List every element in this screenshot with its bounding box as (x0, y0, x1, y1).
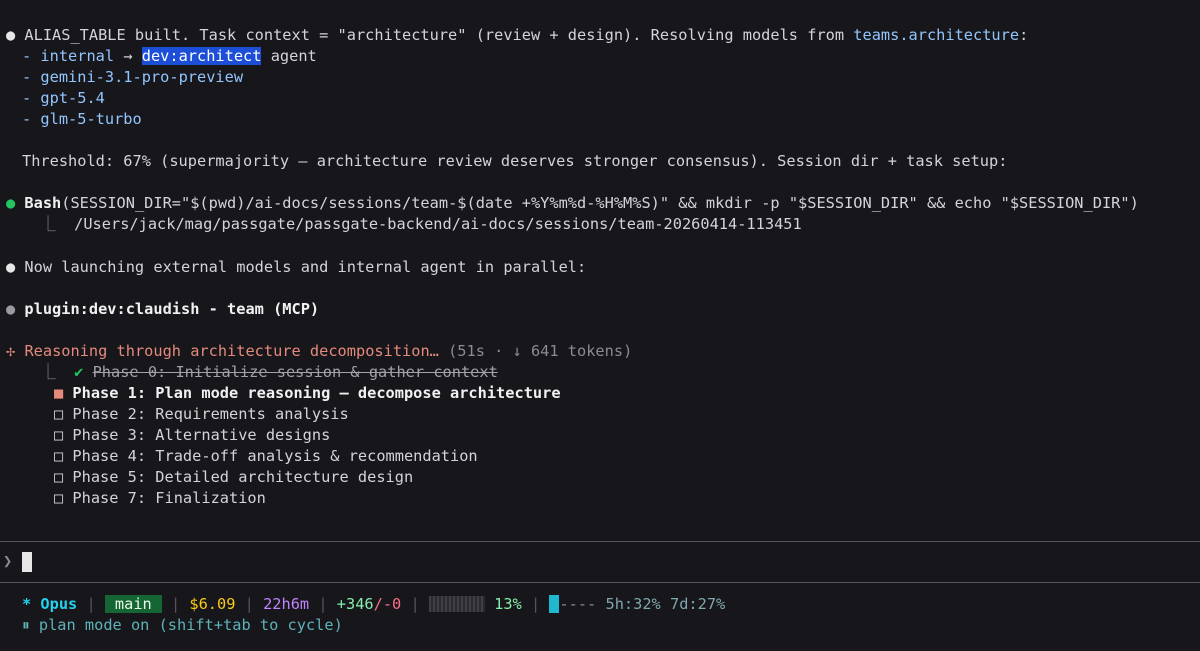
list-dash: - (22, 68, 41, 86)
model-name: gpt-5.4 (40, 89, 105, 107)
task-label: Phase 1: Plan mode reasoning — decompose… (72, 384, 561, 402)
task-label: Phase 3: Alternative designs (72, 426, 331, 444)
bash-tool-call: ● Bash(SESSION_DIR="$(pwd)/ai-docs/sessi… (6, 193, 1139, 214)
usage-bar (549, 595, 560, 613)
task-item-active: ■ Phase 1: Plan mode reasoning — decompo… (54, 383, 561, 404)
arrow-icon: → (114, 47, 142, 65)
pending-bullet-icon: ● (6, 300, 25, 318)
agent-highlight: dev:architect (141, 47, 262, 65)
check-icon: ✔ (74, 363, 93, 381)
checkbox-icon: □ (54, 468, 73, 486)
checkbox-icon: □ (54, 447, 73, 465)
model-item-gemini: - gemini-3.1-pro-preview (22, 67, 243, 88)
bash-output: ⎿ /Users/jack/mag/passgate/passgate-back… (22, 214, 802, 235)
bullet-icon: ● (6, 258, 25, 276)
context-percent: 13% (494, 595, 522, 613)
plugin-name: plugin:dev:claudish - team (MCP) (24, 300, 320, 318)
branch-badge: main (104, 595, 162, 613)
task-item: □ Phase 3: Alternative designs (54, 425, 330, 446)
task-item: □ Phase 5: Detailed architecture design (54, 467, 413, 488)
mode-indicator: ⏸ plan mode on (shift+tab to cycle) (22, 615, 343, 636)
model-item-glm: - glm-5-turbo (22, 109, 142, 130)
spinner-meta: (51s · ↓ 641 tokens) (438, 342, 633, 360)
statusline: * Opus | main | $6.09 | 22h6m | +346/-0 … (22, 595, 726, 613)
alias-text: ALIAS_TABLE built. Task context = "archi… (24, 26, 854, 44)
launching-text: Now launching external models and intern… (24, 258, 587, 276)
limit-7d-label: 7d: (669, 595, 698, 613)
prompt-chevron-icon: ❯ (3, 552, 13, 570)
checkbox-icon: □ (54, 405, 73, 423)
threshold-text: Threshold: 67% (supermajority — architec… (22, 152, 1008, 170)
checkbox-icon: □ (54, 489, 73, 507)
model-label: * Opus (22, 595, 78, 613)
success-bullet-icon: ● (6, 194, 25, 212)
list-dash: - (22, 110, 41, 128)
prompt-divider-bottom (0, 582, 1200, 583)
list-dash: - (22, 47, 41, 65)
task-label: Phase 0: Initialize session & gather con… (92, 363, 498, 381)
tree-corner-icon: ⎿ (22, 363, 75, 381)
tree-corner-icon: ⎿ (22, 215, 75, 233)
bash-output-text: /Users/jack/mag/passgate/passgate-backen… (74, 215, 802, 233)
lines-added: +346 (336, 595, 374, 613)
task-label: Phase 2: Requirements analysis (72, 405, 349, 423)
cost-value: $6.09 (189, 595, 236, 613)
alias-suffix: : (1019, 26, 1029, 44)
prompt-divider-top (0, 541, 1200, 542)
bash-command: (SESSION_DIR="$(pwd)/ai-docs/sessions/te… (61, 194, 1139, 212)
message-alias: ● ALIAS_TABLE built. Task context = "arc… (6, 25, 1028, 46)
model-item-gpt: - gpt-5.4 (22, 88, 105, 109)
prompt-input[interactable] (22, 552, 32, 572)
model-name: internal (40, 47, 115, 65)
bullet-icon: ● (6, 26, 25, 44)
terminal-window: ● ALIAS_TABLE built. Task context = "arc… (0, 0, 1200, 651)
active-square-icon: ■ (54, 384, 73, 402)
lines-removed: /-0 (373, 595, 402, 613)
spinner-label: Reasoning through architecture decomposi… (24, 342, 439, 360)
limit-5h-label: 5h: (605, 595, 634, 613)
task-label: Phase 4: Trade-off analysis & recommenda… (72, 447, 478, 465)
spinner-status: ✢ Reasoning through architecture decompo… (6, 341, 632, 362)
plugin-call: ● plugin:dev:claudish - team (MCP) (6, 299, 319, 320)
task-item: □ Phase 2: Requirements analysis (54, 404, 349, 425)
model-name: gemini-3.1-pro-preview (40, 68, 244, 86)
model-name: glm-5-turbo (40, 110, 142, 128)
teams-link[interactable]: teams.architecture (853, 26, 1019, 44)
context-bar (428, 596, 485, 612)
message-launching: ● Now launching external models and inte… (6, 257, 586, 278)
task-item: □ Phase 4: Trade-off analysis & recommen… (54, 446, 478, 467)
list-dash: - (22, 89, 41, 107)
agent-suffix: agent (261, 47, 317, 65)
spinner-icon: ✢ (6, 342, 16, 360)
task-label: Phase 5: Detailed architecture design (72, 468, 414, 486)
limit-5h-value: 32% (633, 595, 661, 613)
pause-icon: ⏸ (22, 616, 30, 634)
model-item-internal: - internal → dev:architect agent (22, 46, 317, 67)
limit-7d-value: 27% (697, 595, 726, 613)
task-item-done: ⎿ ✔ Phase 0: Initialize session & gather… (22, 362, 498, 383)
tool-name: Bash (24, 194, 62, 212)
usage-dashes: ---- (559, 595, 597, 613)
checkbox-icon: □ (54, 426, 73, 444)
mode-text: plan mode on (shift+tab to cycle) (38, 616, 343, 634)
duration-value: 22h6m (263, 595, 310, 613)
task-label: Phase 7: Finalization (72, 489, 266, 507)
task-item: □ Phase 7: Finalization (54, 488, 266, 509)
